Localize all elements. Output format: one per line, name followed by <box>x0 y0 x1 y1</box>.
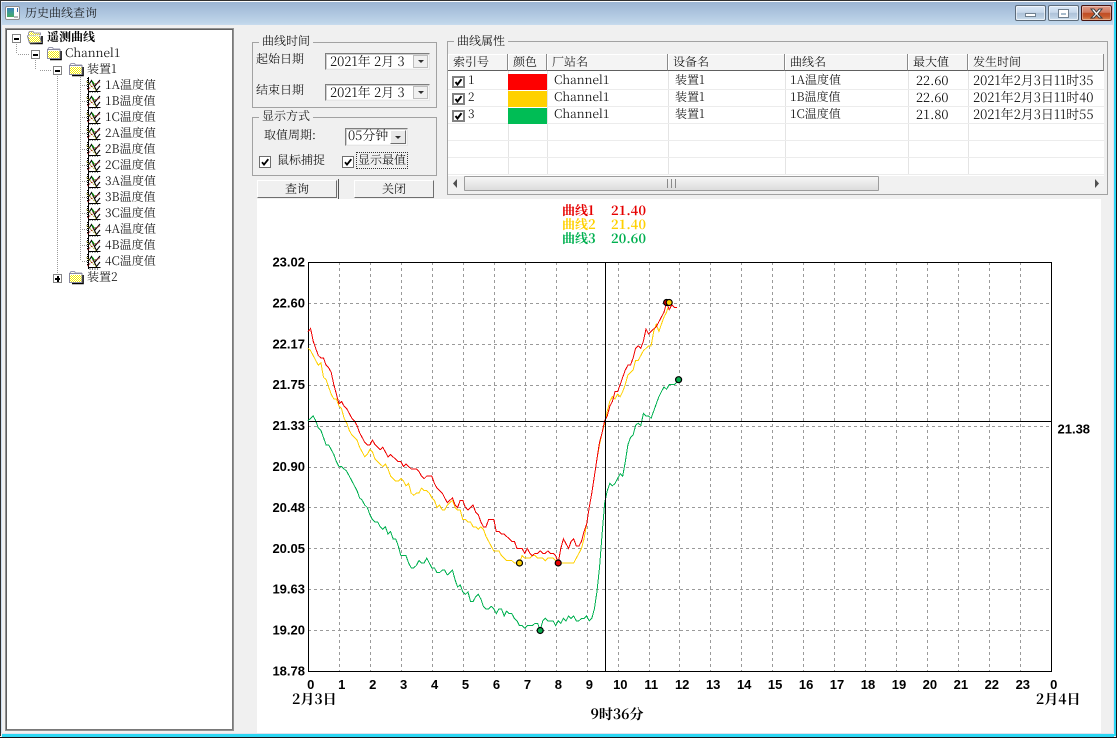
svg-text:8: 8 <box>555 677 562 692</box>
svg-text:20.05: 20.05 <box>272 541 305 556</box>
svg-text:2月4日: 2月4日 <box>1036 689 1081 709</box>
svg-text:3: 3 <box>400 677 407 692</box>
svg-text:9: 9 <box>586 677 593 692</box>
svg-text:23.02: 23.02 <box>272 255 305 270</box>
svg-text:6: 6 <box>493 677 500 692</box>
svg-text:19.63: 19.63 <box>272 582 305 597</box>
svg-text:21.33: 21.33 <box>272 418 305 433</box>
svg-text:21.75: 21.75 <box>272 377 305 392</box>
svg-text:20.48: 20.48 <box>272 500 305 515</box>
svg-text:14: 14 <box>737 677 752 692</box>
svg-text:15: 15 <box>768 677 782 692</box>
svg-text:16: 16 <box>799 677 813 692</box>
svg-text:1: 1 <box>338 677 345 692</box>
svg-text:11: 11 <box>644 677 658 692</box>
svg-text:2月3日: 2月3日 <box>292 689 337 709</box>
svg-text:20.90: 20.90 <box>272 459 305 474</box>
svg-text:18.78: 18.78 <box>272 664 305 679</box>
svg-text:10: 10 <box>613 677 627 692</box>
svg-text:7: 7 <box>524 677 531 692</box>
svg-text:19.20: 19.20 <box>272 623 305 638</box>
svg-text:23: 23 <box>1016 677 1030 692</box>
svg-text:20: 20 <box>923 677 937 692</box>
svg-text:9时36分: 9时36分 <box>591 704 644 724</box>
svg-text:13: 13 <box>706 677 720 692</box>
svg-text:22.60: 22.60 <box>272 295 305 310</box>
svg-text:22.17: 22.17 <box>272 336 305 351</box>
svg-text:22: 22 <box>985 677 999 692</box>
svg-text:5: 5 <box>462 677 469 692</box>
svg-text:18: 18 <box>861 677 875 692</box>
svg-text:12: 12 <box>675 677 689 692</box>
svg-text:17: 17 <box>830 677 844 692</box>
svg-text:2: 2 <box>369 677 376 692</box>
svg-text:4: 4 <box>431 677 439 692</box>
svg-text:19: 19 <box>892 677 906 692</box>
svg-text:21: 21 <box>954 677 968 692</box>
svg-text:21.38: 21.38 <box>1058 422 1091 437</box>
